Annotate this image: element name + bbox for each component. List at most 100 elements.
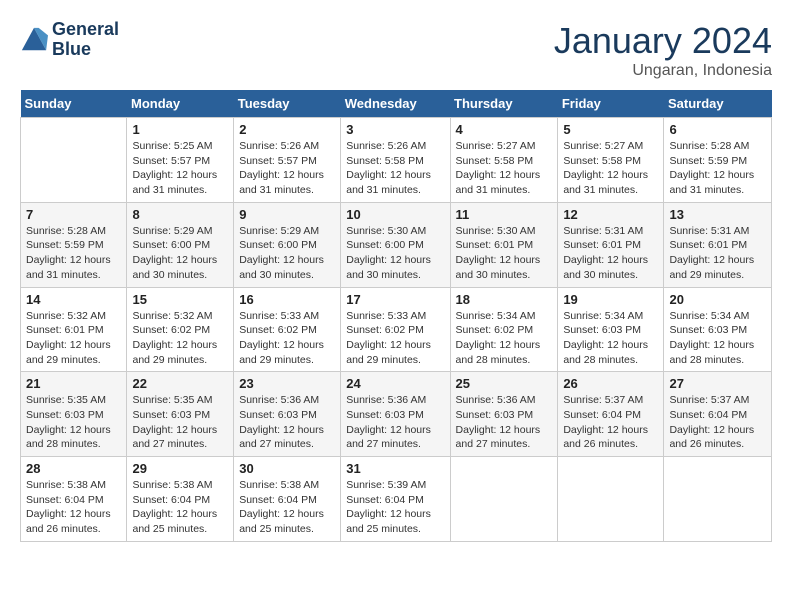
week-row-5: 28 Sunrise: 5:38 AMSunset: 6:04 PMDayligh… [21, 457, 772, 542]
calendar-cell: 4Sunrise: 5:27 AMSunset: 5:58 PMDaylight… [450, 118, 558, 203]
calendar-cell: 20 Sunrise: 5:34 AMSunset: 6:03 PMDayligh… [664, 287, 772, 372]
calendar-cell: 11 Sunrise: 5:30 AMSunset: 6:01 PMDayligh… [450, 202, 558, 287]
day-info: Sunrise: 5:28 AMSunset: 5:59 PMDaylight:… [669, 139, 766, 198]
day-info: Sunrise: 5:35 AMSunset: 6:03 PMDaylight:… [132, 393, 228, 452]
day-info: Sunrise: 5:36 AMSunset: 6:03 PMDaylight:… [456, 393, 553, 452]
day-number: 12 [563, 207, 658, 222]
calendar-cell: 13 Sunrise: 5:31 AMSunset: 6:01 PMDayligh… [664, 202, 772, 287]
day-number: 29 [132, 461, 228, 476]
day-number: 22 [132, 376, 228, 391]
day-info: Sunrise: 5:35 AMSunset: 6:03 PMDaylight:… [26, 393, 121, 452]
calendar-cell [664, 457, 772, 542]
day-number: 20 [669, 292, 766, 307]
day-number: 1 [132, 122, 228, 137]
calendar-cell: 23Sunrise: 5:36 AMSunset: 6:03 PMDayligh… [234, 372, 341, 457]
weekday-header-tuesday: Tuesday [234, 90, 341, 118]
calendar-cell [21, 118, 127, 203]
day-number: 26 [563, 376, 658, 391]
week-row-4: 21 Sunrise: 5:35 AMSunset: 6:03 PMDayligh… [21, 372, 772, 457]
day-info: Sunrise: 5:38 AMSunset: 6:04 PMDaylight:… [132, 478, 228, 537]
calendar-cell: 12 Sunrise: 5:31 AMSunset: 6:01 PMDayligh… [558, 202, 664, 287]
day-number: 28 [26, 461, 121, 476]
day-number: 25 [456, 376, 553, 391]
weekday-header-saturday: Saturday [664, 90, 772, 118]
calendar-cell: 1 Sunrise: 5:25 AMSunset: 5:57 PMDaylight… [127, 118, 234, 203]
day-info: Sunrise: 5:26 AMSunset: 5:58 PMDaylight:… [346, 139, 444, 198]
day-info: Sunrise: 5:32 AMSunset: 6:01 PMDaylight:… [26, 309, 121, 368]
day-number: 5 [563, 122, 658, 137]
day-number: 19 [563, 292, 658, 307]
day-info: Sunrise: 5:37 AMSunset: 6:04 PMDaylight:… [563, 393, 658, 452]
title-block: January 2024 Ungaran, Indonesia [554, 20, 772, 80]
calendar-cell: 22 Sunrise: 5:35 AMSunset: 6:03 PMDayligh… [127, 372, 234, 457]
day-number: 21 [26, 376, 121, 391]
day-info: Sunrise: 5:30 AMSunset: 6:01 PMDaylight:… [456, 224, 553, 283]
day-number: 31 [346, 461, 444, 476]
day-info: Sunrise: 5:25 AMSunset: 5:57 PMDaylight:… [132, 139, 228, 198]
calendar-cell: 10 Sunrise: 5:30 AMSunset: 6:00 PMDayligh… [341, 202, 450, 287]
day-info: Sunrise: 5:27 AMSunset: 5:58 PMDaylight:… [456, 139, 553, 198]
day-number: 14 [26, 292, 121, 307]
day-info: Sunrise: 5:33 AMSunset: 6:02 PMDaylight:… [239, 309, 335, 368]
weekday-header-row: SundayMondayTuesdayWednesdayThursdayFrid… [21, 90, 772, 118]
day-number: 30 [239, 461, 335, 476]
calendar-cell: 30 Sunrise: 5:38 AMSunset: 6:04 PMDayligh… [234, 457, 341, 542]
day-info: Sunrise: 5:27 AMSunset: 5:58 PMDaylight:… [563, 139, 658, 198]
day-number: 10 [346, 207, 444, 222]
day-number: 24 [346, 376, 444, 391]
day-number: 27 [669, 376, 766, 391]
day-info: Sunrise: 5:34 AMSunset: 6:02 PMDaylight:… [456, 309, 553, 368]
day-info: Sunrise: 5:29 AMSunset: 6:00 PMDaylight:… [239, 224, 335, 283]
week-row-2: 7Sunrise: 5:28 AMSunset: 5:59 PMDaylight… [21, 202, 772, 287]
calendar-cell: 5 Sunrise: 5:27 AMSunset: 5:58 PMDaylight… [558, 118, 664, 203]
calendar-cell: 18 Sunrise: 5:34 AMSunset: 6:02 PMDayligh… [450, 287, 558, 372]
day-number: 3 [346, 122, 444, 137]
month-title: January 2024 [554, 20, 772, 62]
day-number: 13 [669, 207, 766, 222]
day-number: 6 [669, 122, 766, 137]
calendar-cell: 28 Sunrise: 5:38 AMSunset: 6:04 PMDayligh… [21, 457, 127, 542]
calendar-cell: 9Sunrise: 5:29 AMSunset: 6:00 PMDaylight… [234, 202, 341, 287]
calendar-cell: 31 Sunrise: 5:39 AMSunset: 6:04 PMDayligh… [341, 457, 450, 542]
calendar-cell: 26 Sunrise: 5:37 AMSunset: 6:04 PMDayligh… [558, 372, 664, 457]
day-info: Sunrise: 5:31 AMSunset: 6:01 PMDaylight:… [669, 224, 766, 283]
day-number: 11 [456, 207, 553, 222]
logo-text: General Blue [52, 20, 119, 60]
calendar-cell: 16Sunrise: 5:33 AMSunset: 6:02 PMDayligh… [234, 287, 341, 372]
day-number: 17 [346, 292, 444, 307]
day-info: Sunrise: 5:30 AMSunset: 6:00 PMDaylight:… [346, 224, 444, 283]
calendar-cell [558, 457, 664, 542]
calendar-cell [450, 457, 558, 542]
weekday-header-wednesday: Wednesday [341, 90, 450, 118]
day-number: 18 [456, 292, 553, 307]
weekday-header-friday: Friday [558, 90, 664, 118]
calendar-cell: 17 Sunrise: 5:33 AMSunset: 6:02 PMDayligh… [341, 287, 450, 372]
day-info: Sunrise: 5:36 AMSunset: 6:03 PMDaylight:… [346, 393, 444, 452]
calendar-cell: 8Sunrise: 5:29 AMSunset: 6:00 PMDaylight… [127, 202, 234, 287]
week-row-1: 1 Sunrise: 5:25 AMSunset: 5:57 PMDaylight… [21, 118, 772, 203]
day-info: Sunrise: 5:38 AMSunset: 6:04 PMDaylight:… [239, 478, 335, 537]
logo-icon [20, 26, 48, 54]
day-number: 2 [239, 122, 335, 137]
day-info: Sunrise: 5:34 AMSunset: 6:03 PMDaylight:… [669, 309, 766, 368]
day-info: Sunrise: 5:32 AMSunset: 6:02 PMDaylight:… [132, 309, 228, 368]
day-number: 7 [26, 207, 121, 222]
day-info: Sunrise: 5:39 AMSunset: 6:04 PMDaylight:… [346, 478, 444, 537]
day-number: 23 [239, 376, 335, 391]
calendar-cell: 2Sunrise: 5:26 AMSunset: 5:57 PMDaylight… [234, 118, 341, 203]
calendar-cell: 7Sunrise: 5:28 AMSunset: 5:59 PMDaylight… [21, 202, 127, 287]
calendar-cell: 29 Sunrise: 5:38 AMSunset: 6:04 PMDayligh… [127, 457, 234, 542]
day-info: Sunrise: 5:37 AMSunset: 6:04 PMDaylight:… [669, 393, 766, 452]
calendar-cell: 27 Sunrise: 5:37 AMSunset: 6:04 PMDayligh… [664, 372, 772, 457]
calendar-cell: 21 Sunrise: 5:35 AMSunset: 6:03 PMDayligh… [21, 372, 127, 457]
day-info: Sunrise: 5:31 AMSunset: 6:01 PMDaylight:… [563, 224, 658, 283]
day-info: Sunrise: 5:34 AMSunset: 6:03 PMDaylight:… [563, 309, 658, 368]
weekday-header-sunday: Sunday [21, 90, 127, 118]
calendar-cell: 15Sunrise: 5:32 AMSunset: 6:02 PMDayligh… [127, 287, 234, 372]
day-info: Sunrise: 5:38 AMSunset: 6:04 PMDaylight:… [26, 478, 121, 537]
weekday-header-monday: Monday [127, 90, 234, 118]
day-info: Sunrise: 5:33 AMSunset: 6:02 PMDaylight:… [346, 309, 444, 368]
day-number: 8 [132, 207, 228, 222]
page-header: General Blue January 2024 Ungaran, Indon… [20, 20, 772, 80]
week-row-3: 14 Sunrise: 5:32 AMSunset: 6:01 PMDayligh… [21, 287, 772, 372]
